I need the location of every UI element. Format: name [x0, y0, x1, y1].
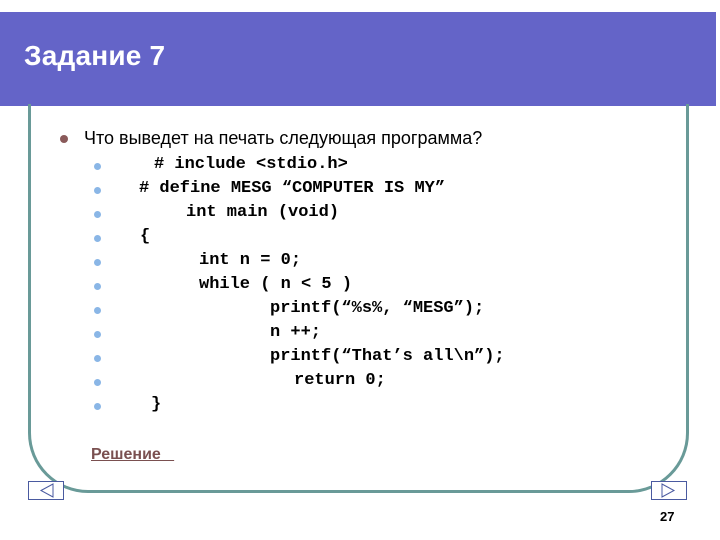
triangle-left-icon	[39, 483, 54, 498]
bullet-icon	[94, 331, 101, 338]
triangle-right-icon	[661, 483, 676, 498]
bullet-icon	[94, 283, 101, 290]
page-number: 27	[660, 509, 675, 524]
code-text: # include <stdio.h>	[154, 155, 348, 174]
solution-link[interactable]: Решение	[91, 446, 174, 464]
question-text: Что выведет на печать следующая программ…	[84, 128, 483, 148]
code-text: int n = 0;	[199, 251, 302, 270]
slide-header: Задание 7	[0, 12, 716, 110]
code-text: return 0;	[294, 371, 386, 390]
code-text: # define MESG “COMPUTER IS MY”	[139, 179, 446, 198]
bullet-icon	[94, 235, 101, 242]
bullet-icon	[94, 403, 101, 410]
code-text: printf(“%s%, “MESG”);	[270, 299, 485, 318]
code-text: {	[140, 227, 151, 246]
bullet-icon	[94, 211, 101, 218]
bullet-icon	[94, 307, 101, 314]
bullet-icon	[94, 187, 101, 194]
bullet-icon	[94, 259, 101, 266]
code-text: n ++;	[270, 323, 322, 342]
slide-title: Задание 7	[24, 40, 166, 71]
code-text: printf(“That’s all\n”);	[270, 347, 505, 366]
code-text: while ( n < 5 )	[199, 275, 353, 294]
bullet-icon	[94, 355, 101, 362]
code-text: int main (void)	[186, 203, 340, 222]
next-slide-button[interactable]	[651, 481, 687, 500]
prev-slide-button[interactable]	[28, 481, 64, 500]
bullet-icon	[94, 379, 101, 386]
code-text: }	[151, 395, 162, 414]
bullet-icon	[94, 163, 101, 170]
bullet-icon	[60, 135, 68, 143]
